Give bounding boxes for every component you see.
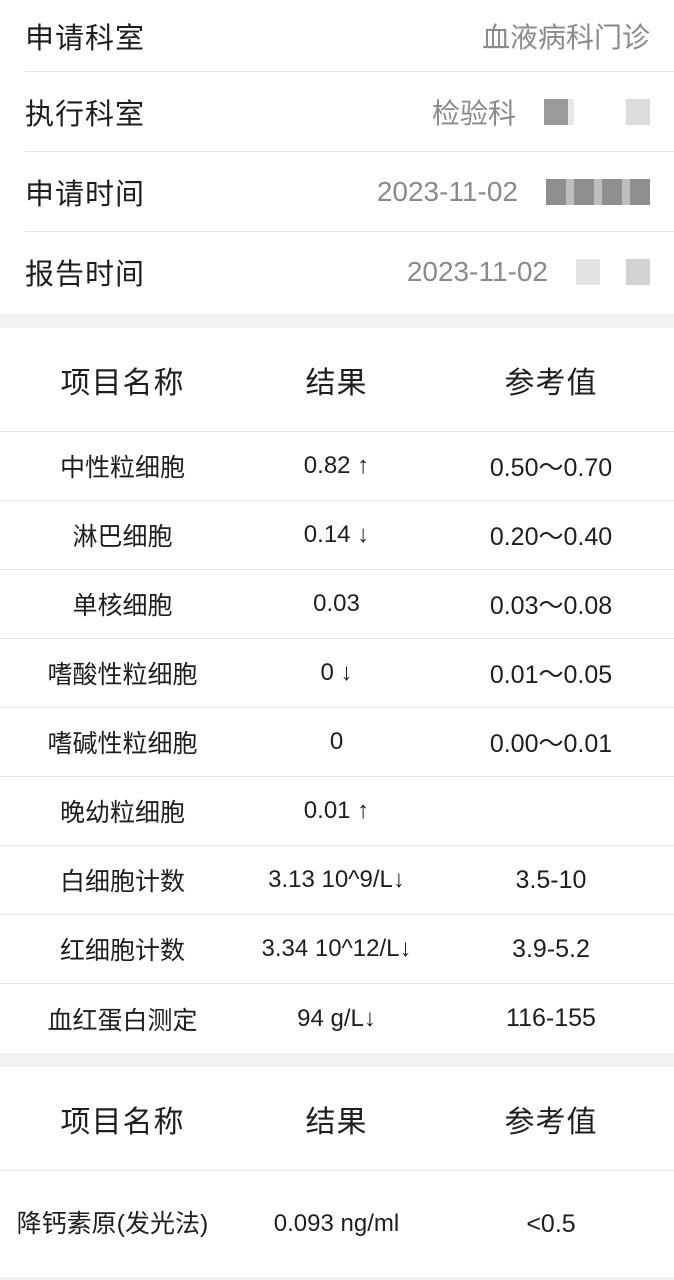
item-reference: 3.9-5.2 [512, 934, 590, 963]
info-value: 2023-11-02 [377, 176, 650, 208]
item-result: 0.093 ng/ml [273, 1210, 400, 1237]
header-item-name: 项目名称 [60, 1105, 185, 1139]
item-result: 94 g/L↓ [297, 1004, 376, 1032]
redacted-mark [626, 259, 650, 285]
header-result: 结果 [305, 366, 368, 400]
table-row: 淋巴细胞 0.14 ↓ 0.20～0.40 [0, 501, 674, 570]
item-name: 白细胞计数 [59, 868, 185, 896]
item-name: 单核细胞 [72, 592, 173, 620]
info-row-department: 申请科室 血液病科门诊 [25, 0, 674, 72]
item-result: 0.14 ↓ [303, 521, 370, 548]
table-row: 降钙素原(发光法) 0.093 ng/ml <0.5 [0, 1171, 674, 1277]
table-row: 单核细胞 0.03 0.03～0.08 [0, 570, 674, 639]
table-row: 血红蛋白测定 94 g/L↓ 116-155 [0, 984, 674, 1053]
item-reference: <0.5 [526, 1209, 576, 1238]
info-row-request-time: 申请时间 2023-11-02 [25, 152, 674, 232]
item-name: 嗜碱性粒细胞 [47, 730, 198, 758]
item-result: 0 [329, 728, 344, 755]
info-value: 2023-11-02 [407, 256, 650, 288]
info-label: 申请科室 [25, 22, 146, 55]
item-name: 晚幼粒细胞 [59, 799, 185, 827]
info-row-exec-department: 执行科室 检验科 [25, 72, 674, 152]
table-row: 嗜碱性粒细胞 0 0.00～0.01 [0, 708, 674, 777]
item-name: 血红蛋白测定 [47, 1006, 198, 1035]
item-reference: 0.03～0.08 [489, 592, 613, 620]
table-header: 项目名称 结果 参考值 [0, 328, 674, 432]
table-row: 红细胞计数 3.34 10^12/L↓ 3.9-5.2 [0, 915, 674, 984]
item-name: 中性粒细胞 [59, 454, 185, 482]
item-result: 3.34 10^12/L↓ [261, 935, 412, 962]
table-header: 项目名称 结果 参考值 [0, 1067, 674, 1171]
table-row: 嗜酸性粒细胞 0 ↓ 0.01～0.05 [0, 639, 674, 708]
item-result: 3.13 10^9/L↓ [268, 866, 405, 893]
table-row: 中性粒细胞 0.82 ↑ 0.50～0.70 [0, 432, 674, 501]
item-name: 嗜酸性粒细胞 [47, 661, 198, 689]
item-reference: 116-155 [506, 1004, 596, 1032]
info-row-report-time: 报告时间 2023-11-02 [25, 232, 674, 312]
info-label: 报告时间 [25, 259, 146, 291]
header-result: 结果 [305, 1105, 368, 1139]
item-reference: 0.20～0.40 [489, 523, 613, 551]
redacted-mark [546, 178, 650, 205]
info-label: 申请时间 [25, 178, 146, 211]
item-result: 0.03 [313, 590, 360, 617]
item-name: 降钙素原(发光法) [16, 1210, 209, 1238]
result-table-blood-count: 项目名称 结果 参考值 中性粒细胞 0.82 ↑ 0.50～0.70 淋巴细胞 0.14… [0, 328, 674, 1053]
item-name: 红细胞计数 [59, 937, 185, 965]
item-reference: 0.50～0.70 [489, 454, 613, 482]
table-row: 白细胞计数 3.13 10^9/L↓ 3.5-10 [0, 846, 674, 915]
section-gap [0, 1053, 674, 1067]
redacted-mark [544, 98, 574, 125]
result-table-procalcitonin: 项目名称 结果 参考值 降钙素原(发光法) 0.093 ng/ml <0.5 [0, 1067, 674, 1277]
redacted-mark [576, 259, 600, 285]
info-value: 血液病科门诊 [481, 21, 650, 53]
header-item-name: 项目名称 [60, 366, 185, 400]
request-info-card: 申请科室 血液病科门诊 执行科室 检验科 申请时间 2023-11-02 报告时… [0, 0, 674, 314]
table-row: 晚幼粒细胞 0.01 ↑ [0, 777, 674, 846]
info-value: 检验科 [432, 92, 650, 132]
redacted-mark [626, 98, 650, 125]
info-label: 执行科室 [25, 98, 146, 131]
section-gap [0, 314, 674, 328]
header-reference: 参考值 [504, 366, 598, 400]
item-reference: 0.00～0.01 [489, 730, 613, 758]
item-reference: 3.5-10 [515, 865, 587, 894]
item-result: 0.01 ↑ [303, 797, 370, 824]
item-reference: 0.01～0.05 [489, 661, 613, 689]
header-reference: 参考值 [504, 1105, 598, 1139]
item-result: 0 ↓ [320, 659, 353, 686]
item-result: 0.82 ↑ [303, 452, 370, 479]
item-name: 淋巴细胞 [72, 523, 173, 551]
